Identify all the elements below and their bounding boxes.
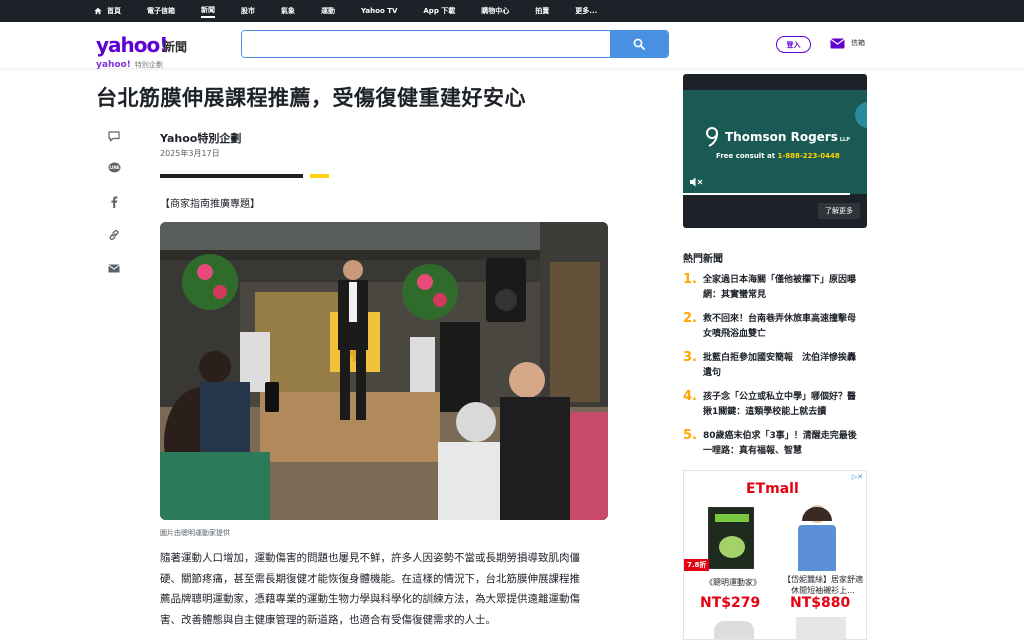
ad-phone: 1-888-223-0448 [777,152,840,160]
hot-news-number: 5. [683,428,697,443]
etmall-logo: ETmall [746,481,799,497]
book-cover-band [715,514,749,522]
section-divider-accent [310,174,329,178]
nav-item-yahoo-tv[interactable]: Yahoo TV [361,7,397,15]
paragraph-line: 隨著運動人口增加，運動傷害的問題也屢見不鮮，許多人因姿勢不當或長期勞損導致肌肉僵 [160,552,580,564]
mail-link[interactable]: 信箱 [830,37,865,49]
search-button[interactable] [610,31,668,57]
hot-news-headline: 孩子念「公立或私立中學」哪個好？醫揪1關鍵：這類學校能上就去讀 [703,392,857,417]
line-share-button[interactable]: LINE [106,160,122,176]
search-icon [633,38,645,50]
hot-news-number: 4. [683,389,697,404]
article-photo[interactable]: 4 [160,222,608,520]
ad-brand-name: Thomson Rogers LLP [725,130,850,144]
promo-tag: 【商家指南推廣專題】 [160,199,260,210]
hot-news-number: 1. [683,272,697,287]
model-hair [802,507,832,521]
search-bar [241,30,669,58]
section-divider [160,174,303,178]
paragraph-line: 薦品牌聰明運動家，憑藉專業的運動生物力學與科學化的訓練方法，為大眾提供遠離運動傷 [160,593,580,605]
login-button[interactable]: 登入 [776,36,811,53]
shirt-model-image[interactable] [788,505,848,575]
yahoo-logo[interactable]: yahoo! [96,33,168,57]
hot-news-item-2[interactable]: 2. 救不回來！台南巷弄休旅車高速撞擊母女噴飛浴血雙亡 [683,312,867,342]
brand-logo-text: yahoo! [96,60,131,70]
line-icon: LINE [108,162,120,173]
nav-item-auction[interactable]: 拍賣 [535,6,549,16]
product-price: NT$279 [700,595,761,611]
mute-icon[interactable] [689,176,703,188]
home-icon [94,7,102,15]
hot-news-item-3[interactable]: 3. 批藍白拒參加國安簡報 沈伯洋慘挨轟遺句 [683,351,867,381]
hot-news-item-4[interactable]: 4. 孩子念「公立或私立中學」哪個好？醫揪1關鍵：這類學校能上就去讀 [683,390,867,420]
svg-text:LINE: LINE [109,165,119,170]
product-label: 【岱妮蠶絲】居家舒適休閒短袖襯衫上... [783,575,863,595]
discount-badge: 7.8折 [684,559,710,571]
nav-item-shopping[interactable]: 購物中心 [481,6,509,16]
hot-news-number: 2. [683,311,697,326]
ad-subtext: Free consult at 1-888-223-0448 [716,152,840,160]
mail-label: 信箱 [851,39,865,47]
next-product-image [714,621,754,639]
event-photo-illustration: 4 [160,222,608,520]
product-label: 《聰明運動家》 [705,578,761,587]
hot-news-title: 熱門新聞 [683,254,723,265]
product-price: NT$880 [790,595,851,611]
search-input[interactable] [242,31,610,57]
copy-link-button[interactable] [106,227,122,243]
paragraph-line: 害、改善體態與自主健康管理的新道路，也適合有受傷復健需求的人士。 [160,613,496,626]
author-name[interactable]: Yahoo特別企劃 [160,130,241,146]
mail-share-button[interactable] [106,260,122,276]
nav-item-app-download[interactable]: App 下載 [423,6,455,16]
top-nav: 首頁 電子信箱 新聞 股市 氣象 運動 Yahoo TV App 下載 購物中心… [0,0,1024,22]
comment-icon [108,130,120,142]
article-brand: yahoo! 特別企劃 [96,60,163,70]
ad-brand-suffix: LLP [839,137,850,143]
hot-news-headline: 全家過日本海關「僅他被攔下」原因曝 網：其實蠻常見 [703,275,866,300]
paragraph-line: 硬、關節疼痛，甚至需長期復健才能恢復身體機能。在這樣的情況下，台北筋膜伸展課程推 [160,572,580,585]
thomson-rogers-logo-icon [706,127,718,147]
nav-item-news[interactable]: 新聞 [201,5,215,18]
hot-news-item-1[interactable]: 1. 全家過日本海關「僅他被攔下」原因曝 網：其實蠻常見 [683,273,867,303]
nav-item-stocks[interactable]: 股市 [241,6,255,16]
nav-item-mail[interactable]: 電子信箱 [147,6,175,16]
brand-sub-text: 特別企劃 [134,61,163,69]
ad-progress-bar [683,193,850,195]
facebook-icon [111,196,118,208]
ad-choices-icon[interactable]: ▷✕ [852,473,863,481]
nav-item-weather[interactable]: 氣象 [281,6,295,16]
nav-item-label: 首頁 [107,7,121,15]
hot-news-number: 3. [683,350,697,365]
hot-news-item-5[interactable]: 5. 80歲癌末伯求「3事」！清醒走完最後一哩路：真有福報、智慧 [683,429,867,459]
facebook-share-button[interactable] [106,194,122,210]
logo-section-name[interactable]: 新聞 [163,38,187,55]
envelope-icon [830,38,845,49]
book-cover-image[interactable] [708,507,754,569]
hot-news-headline: 批藍白拒參加國安簡報 沈伯洋慘挨轟遺句 [703,353,857,378]
ad-sub-label: Free consult at [716,152,776,160]
nav-item-more[interactable]: 更多... [575,6,597,16]
link-icon [109,230,119,240]
nav-item-sports[interactable]: 運動 [321,6,335,16]
hot-news-headline: 80歲癌末伯求「3事」！清醒走完最後一哩路：真有福報、智慧 [703,431,857,456]
nav-item-home[interactable]: 首頁 [94,6,121,16]
article-title: 台北筋膜伸展課程推薦，受傷復健重建好安心 [96,86,526,110]
article-paragraph: 隨著運動人口增加，運動傷害的問題也屢見不鮮，許多人因姿勢不當或長期勞損導致肌肉僵… [160,548,610,630]
book-cover-figure [719,536,745,558]
model-shirt [798,525,836,571]
next-product-image [796,617,846,639]
publish-date: 2025年3月17日 [160,149,220,158]
photo-caption: 圖片由聰明運動家提供 [160,529,230,537]
mail-icon [108,264,120,272]
learn-more-button[interactable]: 了解更多 [818,203,860,219]
comment-button[interactable] [106,128,122,144]
etmall-ad[interactable]: ▷✕ ETmall 7.8折 《聰明運動家》 【岱妮蠶絲】居家舒適休閒短袖襯衫上… [683,470,867,640]
ad-brand-text: Thomson Rogers [725,130,838,144]
hot-news-headline: 救不回來！台南巷弄休旅車高速撞擊母女噴飛浴血雙亡 [703,314,857,339]
